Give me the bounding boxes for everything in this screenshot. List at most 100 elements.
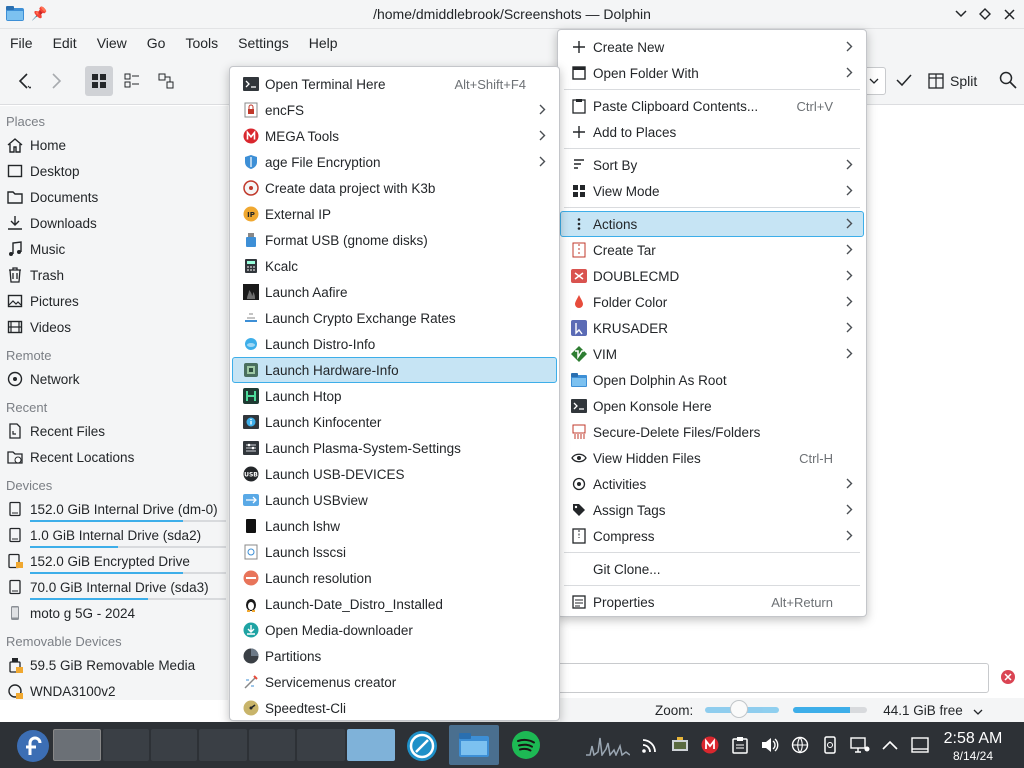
system-monitor-icon[interactable] xyxy=(585,734,631,756)
back-button[interactable] xyxy=(10,66,38,96)
menu-go[interactable]: Go xyxy=(137,29,176,57)
menu-item-launch-htop[interactable]: Launch Htop xyxy=(232,383,557,409)
sidebar-item-desktop[interactable]: Desktop xyxy=(0,158,228,184)
menu-item-launch-resolution[interactable]: Launch resolution xyxy=(232,565,557,591)
menu-item-encfs[interactable]: encFS xyxy=(232,97,557,123)
menu-item-launch-date-distro-installed[interactable]: Launch-Date_Distro_Installed xyxy=(232,591,557,617)
menu-edit[interactable]: Edit xyxy=(43,29,87,57)
menu-item-launch-crypto-exchange-rates[interactable]: Launch Crypto Exchange Rates xyxy=(232,305,557,331)
menu-item-folder-color[interactable]: Folder Color xyxy=(560,289,864,315)
menu-item-launch-plasma-system-settings[interactable]: Launch Plasma-System-Settings xyxy=(232,435,557,461)
sidebar-item-videos[interactable]: Videos xyxy=(0,314,228,340)
maximize-button[interactable] xyxy=(976,5,994,23)
virtual-desktop-1[interactable] xyxy=(53,729,101,761)
menu-item-partitions[interactable]: Partitions xyxy=(232,643,557,669)
sidebar-item-70-0-gib-internal-drive-sda3[interactable]: 70.0 GiB Internal Drive (sda3) xyxy=(0,574,228,600)
sidebar-item-documents[interactable]: Documents xyxy=(0,184,228,210)
menu-tools[interactable]: Tools xyxy=(175,29,228,57)
menu-item-compress[interactable]: Compress xyxy=(560,523,864,549)
close-filter-button[interactable] xyxy=(1000,669,1016,688)
phone-connect-icon[interactable] xyxy=(819,734,841,756)
search-button[interactable] xyxy=(999,71,1017,92)
menu-item-launch-lsscsi[interactable]: Launch lsscsi xyxy=(232,539,557,565)
menu-item-create-tar[interactable]: Create Tar xyxy=(560,237,864,263)
forward-button[interactable] xyxy=(42,66,70,96)
close-button[interactable] xyxy=(1000,5,1018,23)
menu-item-properties[interactable]: Properties Alt+Return xyxy=(560,589,864,615)
menu-item-format-usb-gnome-disks[interactable]: Format USB (gnome disks) xyxy=(232,227,557,253)
menu-settings[interactable]: Settings xyxy=(228,29,299,57)
sidebar-item-network[interactable]: Network xyxy=(0,366,228,392)
menu-item-actions[interactable]: Actions xyxy=(560,211,864,237)
show-desktop-button[interactable] xyxy=(909,734,931,756)
compact-view-button[interactable] xyxy=(118,66,146,96)
menu-item-launch-aafire[interactable]: Launch Aafire xyxy=(232,279,557,305)
menu-item-view-hidden-files[interactable]: View Hidden Files Ctrl-H xyxy=(560,445,864,471)
zoom-slider[interactable] xyxy=(705,700,780,718)
virtual-desktop-4[interactable] xyxy=(199,729,247,761)
clipboard-icon[interactable] xyxy=(729,734,751,756)
sidebar-item-recent-locations[interactable]: Recent Locations xyxy=(0,444,228,470)
menu-item-create-new[interactable]: Create New xyxy=(560,34,864,60)
menu-item-launch-hardware-info[interactable]: Launch Hardware-Info xyxy=(232,357,557,383)
sidebar-item-1-0-gib-internal-drive-sda2[interactable]: 1.0 GiB Internal Drive (sda2) xyxy=(0,522,228,548)
menu-item-vim[interactable]: VIM xyxy=(560,341,864,367)
dolphin-task-button[interactable] xyxy=(449,725,499,765)
volume-icon[interactable] xyxy=(759,734,781,756)
show-hidden-icons-button[interactable] xyxy=(879,734,901,756)
menu-item-launch-usbview[interactable]: Launch USBview xyxy=(232,487,557,513)
menu-item-sort-by[interactable]: Sort By xyxy=(560,152,864,178)
menu-item-open-dolphin-as-root[interactable]: Open Dolphin As Root xyxy=(560,367,864,393)
sidebar-item-moto-g-5g-2024[interactable]: moto g 5G - 2024 xyxy=(0,600,228,626)
sidebar-item-trash[interactable]: Trash xyxy=(0,262,228,288)
menu-item-servicemenus-creator[interactable]: Servicemenus creator xyxy=(232,669,557,695)
sidebar-item-downloads[interactable]: Downloads xyxy=(0,210,228,236)
menu-item-external-ip[interactable]: IP External IP xyxy=(232,201,557,227)
virtual-desktop-6[interactable] xyxy=(297,729,345,761)
menu-item-kcalc[interactable]: Kcalc xyxy=(232,253,557,279)
menu-item-activities[interactable]: Activities xyxy=(560,471,864,497)
menu-item-add-to-places[interactable]: Add to Places xyxy=(560,119,864,145)
minimize-button[interactable] xyxy=(952,5,970,23)
menu-item-secure-delete-files-folders[interactable]: Secure-Delete Files/Folders xyxy=(560,419,864,445)
menu-item-open-konsole-here[interactable]: Open Konsole Here xyxy=(560,393,864,419)
sidebar-item-music[interactable]: Music xyxy=(0,236,228,262)
menu-item-open-terminal-here[interactable]: Open Terminal Here Alt+Shift+F4 xyxy=(232,71,557,97)
split-button[interactable]: Split xyxy=(928,73,977,89)
menu-item-open-folder-with[interactable]: Open Folder With xyxy=(560,60,864,86)
digital-clock[interactable]: 2:58 AM 8/14/24 xyxy=(930,730,1016,763)
kde-connect-icon[interactable] xyxy=(669,734,691,756)
details-view-button[interactable] xyxy=(152,66,180,96)
spotify-task-button[interactable] xyxy=(511,730,541,763)
sidebar-item-152-0-gib-encrypted-drive[interactable]: 152.0 GiB Encrypted Drive xyxy=(0,548,228,574)
display-config-icon[interactable] xyxy=(849,734,871,756)
menu-item-git-clone[interactable]: Git Clone... xyxy=(560,556,864,582)
confirm-location-button[interactable] xyxy=(896,73,912,90)
sidebar-item-wnda3100v2[interactable]: WNDA3100v2 xyxy=(0,678,228,704)
menu-item-assign-tags[interactable]: Assign Tags xyxy=(560,497,864,523)
menu-item-launch-distro-info[interactable]: Launch Distro-Info xyxy=(232,331,557,357)
icons-view-button[interactable] xyxy=(85,66,113,96)
menu-item-krusader[interactable]: KRUSADER xyxy=(560,315,864,341)
menu-item-doublecmd[interactable]: DOUBLECMD xyxy=(560,263,864,289)
menu-item-mega-tools[interactable]: MEGA Tools xyxy=(232,123,557,149)
menu-item-paste-clipboard-contents[interactable]: Paste Clipboard Contents... Ctrl+V xyxy=(560,93,864,119)
filter-bar-input[interactable] xyxy=(555,663,989,693)
menu-item-launch-kinfocenter[interactable]: Launch Kinfocenter xyxy=(232,409,557,435)
application-launcher-button[interactable] xyxy=(16,729,50,766)
virtual-desktop-3[interactable] xyxy=(151,729,197,761)
virtual-desktop-2[interactable] xyxy=(103,729,149,761)
network-globe-icon[interactable] xyxy=(789,734,811,756)
menu-item-open-media-downloader[interactable]: Open Media-downloader xyxy=(232,617,557,643)
sidebar-item-recent-files[interactable]: Recent Files xyxy=(0,418,228,444)
menu-file[interactable]: File xyxy=(0,29,43,57)
dolphin-task-icon-alt[interactable] xyxy=(406,730,438,765)
sidebar-item-152-0-gib-internal-drive-dm-0[interactable]: 152.0 GiB Internal Drive (dm-0) xyxy=(0,496,228,522)
menu-help[interactable]: Help xyxy=(299,29,348,57)
menu-view[interactable]: View xyxy=(87,29,137,57)
network-activity-icon[interactable] xyxy=(639,734,661,756)
menu-item-view-mode[interactable]: View Mode xyxy=(560,178,864,204)
menu-item-launch-usb-devices[interactable]: USB Launch USB-DEVICES xyxy=(232,461,557,487)
sidebar-item-59-5-gib-removable-media[interactable]: 59.5 GiB Removable Media xyxy=(0,652,228,678)
menu-item-age-file-encryption[interactable]: age File Encryption xyxy=(232,149,557,175)
